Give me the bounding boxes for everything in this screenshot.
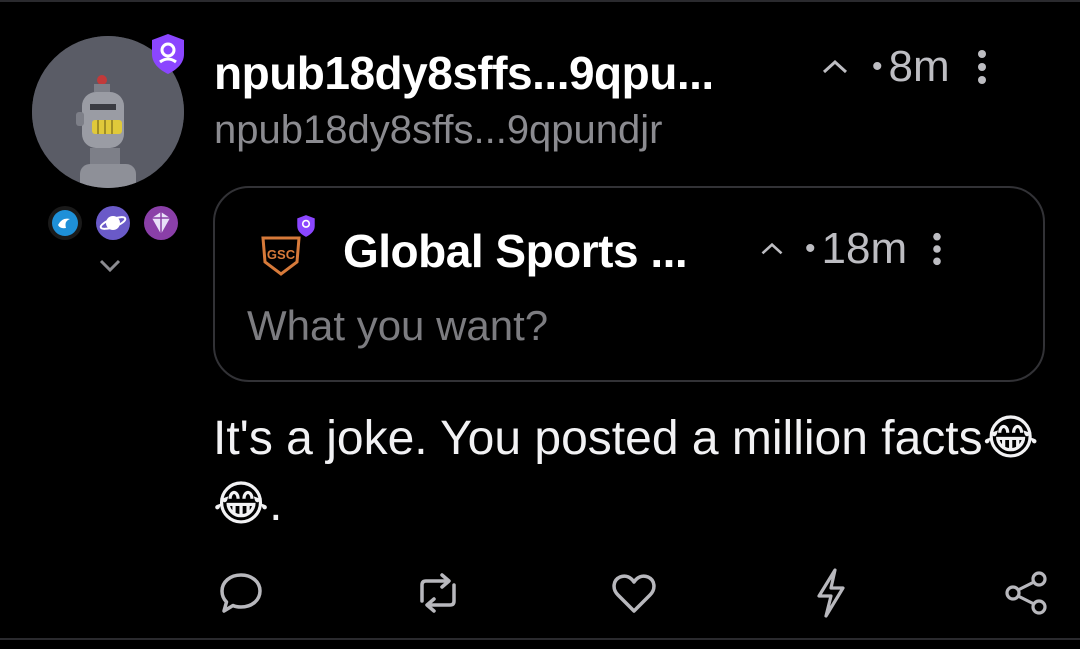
like-button[interactable] xyxy=(604,563,664,623)
more-vertical-icon[interactable] xyxy=(931,231,943,267)
top-divider xyxy=(0,0,1080,2)
user-badges xyxy=(48,206,178,240)
time-separator: • xyxy=(805,232,816,265)
chevron-down-icon[interactable] xyxy=(98,258,122,274)
reply-button[interactable] xyxy=(211,563,271,623)
zap-icon xyxy=(817,568,845,618)
gsc-logo-icon[interactable]: GSC xyxy=(259,232,303,276)
author-handle[interactable]: npub18dy8sffs...9qpundjr xyxy=(214,108,663,153)
more-vertical-icon[interactable] xyxy=(976,48,988,86)
quoted-time: 18m xyxy=(821,224,908,273)
zap-button[interactable] xyxy=(801,563,861,623)
post-content: It's a joke. You posted a million facts😂… xyxy=(213,412,1039,531)
share-button[interactable] xyxy=(996,563,1056,623)
verified-badge-icon xyxy=(152,34,184,74)
quoted-author-name[interactable]: Global Sports ... xyxy=(343,224,688,278)
chevron-up-icon[interactable] xyxy=(759,240,785,258)
post-time: 8m xyxy=(888,42,950,91)
logo-text: GSC xyxy=(267,247,296,262)
quoted-content: What you want? xyxy=(247,302,549,349)
repost-button[interactable] xyxy=(408,563,468,623)
bottom-divider xyxy=(0,638,1080,640)
quoted-meta: • 18m xyxy=(759,224,943,274)
repost-icon xyxy=(420,573,456,613)
post-meta: • 8m xyxy=(820,42,988,92)
planet-badge-icon[interactable] xyxy=(96,206,130,240)
verified-badge-icon xyxy=(297,215,315,237)
time-separator: • xyxy=(872,50,883,83)
quoted-note[interactable]: GSC Global Sports ... • 18m What you wan… xyxy=(213,186,1045,382)
diamond-badge-icon[interactable] xyxy=(144,206,178,240)
reply-icon xyxy=(220,573,262,613)
like-icon xyxy=(612,574,656,613)
chevron-up-icon[interactable] xyxy=(820,57,850,77)
share-icon xyxy=(1005,571,1047,615)
wave-badge-icon[interactable] xyxy=(48,206,82,240)
author-avatar-container[interactable] xyxy=(32,34,184,188)
author-name[interactable]: npub18dy8sffs...9qpu... xyxy=(214,46,714,100)
